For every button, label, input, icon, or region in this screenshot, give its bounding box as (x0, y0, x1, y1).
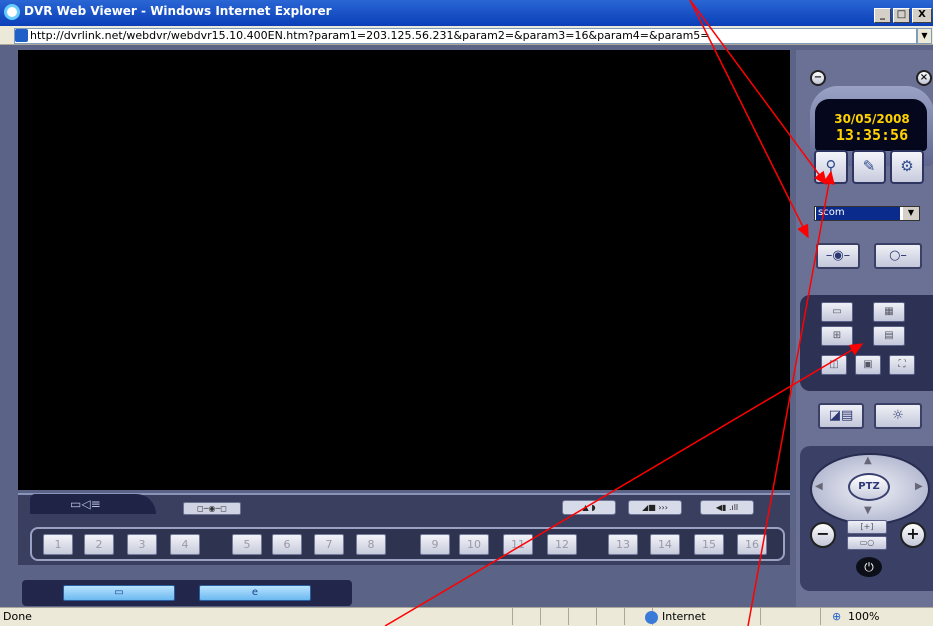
video-display[interactable] (18, 50, 790, 490)
minimize-panel-icon[interactable]: − (810, 70, 826, 86)
layout-panel (800, 295, 933, 391)
sequence-button[interactable]: ◻─◉─◻ (183, 502, 241, 515)
layout-4-button[interactable]: ⊞ (821, 326, 853, 346)
address-dropdown-icon[interactable]: ▼ (917, 28, 932, 44)
layout-16-button[interactable]: ▦ (873, 302, 905, 322)
channel-button-14[interactable]: 14 (650, 534, 680, 555)
channel-button-11[interactable]: 11 (503, 534, 533, 555)
channel-button-9[interactable]: 9 (420, 534, 450, 555)
alarm-button[interactable]: ▲ ◗ (562, 500, 616, 515)
channel-button-10[interactable]: 10 (459, 534, 489, 555)
playback-mode-button[interactable]: e (199, 585, 311, 601)
layout-6-button[interactable]: ◫ (821, 355, 847, 375)
page-icon (15, 29, 28, 42)
ptz-up-icon[interactable]: ▲ (864, 455, 872, 466)
search-icon[interactable]: ⚲ (814, 150, 848, 184)
connect-button[interactable]: –◉– (816, 243, 860, 269)
ptz-left-icon[interactable]: ◀ (815, 481, 823, 492)
layout-9-button[interactable]: ▤ (873, 326, 905, 346)
close-button[interactable]: X (912, 8, 932, 23)
ptz-down-icon[interactable]: ▼ (864, 505, 872, 516)
relay-button[interactable]: ◢■ ››› (628, 500, 682, 515)
window-title: DVR Web Viewer - Windows Internet Explor… (24, 4, 332, 18)
power-icon[interactable]: ⏻ (856, 557, 882, 577)
channel-button-2[interactable]: 2 (84, 534, 114, 555)
channel-button-4[interactable]: 4 (170, 534, 200, 555)
camera-select-value[interactable]: scom (816, 207, 900, 220)
channel-button-5[interactable]: 5 (232, 534, 262, 555)
channel-button-15[interactable]: 15 (694, 534, 724, 555)
minimize-button[interactable]: _ (874, 8, 891, 23)
snapshot-button[interactable]: ◪▤ (818, 403, 864, 429)
status-text: Done (3, 610, 32, 623)
globe-icon (645, 611, 658, 624)
status-divider (512, 608, 513, 625)
address-url[interactable]: http://dvrlink.net/webdvr/webdvr15.10.40… (30, 29, 710, 42)
layout-8-button[interactable]: ▣ (855, 355, 881, 375)
camera-tab-icon: ▭◁≡ (70, 497, 101, 511)
ptz-center-button[interactable]: PTZ (848, 473, 890, 501)
status-divider (760, 608, 761, 625)
channel-button-3[interactable]: 3 (127, 534, 157, 555)
close-panel-icon[interactable]: × (916, 70, 932, 86)
zoom-icon[interactable]: ⊕ (832, 610, 841, 623)
setup-icon[interactable]: ✎ (852, 150, 886, 184)
channel-button-1[interactable]: 1 (43, 534, 73, 555)
status-divider (540, 608, 541, 625)
zoom-out-button[interactable]: − (810, 522, 836, 548)
chevron-down-icon[interactable]: ▼ (903, 207, 919, 220)
disconnect-button[interactable]: ○– (874, 243, 922, 269)
status-divider (568, 608, 569, 625)
status-divider (820, 608, 821, 625)
fullscreen-button[interactable]: ⛶ (889, 355, 915, 375)
zoom-in-button[interactable]: + (900, 522, 926, 548)
time-readout: 13:35:56 (835, 126, 909, 144)
channel-button-7[interactable]: 7 (314, 534, 344, 555)
security-zone: Internet (662, 610, 706, 623)
gear-icon[interactable]: ⚙ (890, 150, 924, 184)
image-adjust-button[interactable]: ☼ (874, 403, 922, 429)
maximize-button[interactable]: □ (893, 8, 910, 23)
channel-button-13[interactable]: 13 (608, 534, 638, 555)
date-readout: 30/05/2008 (834, 112, 910, 126)
ie-icon (4, 4, 20, 20)
status-divider (624, 608, 625, 625)
focus-far-button[interactable]: ▭○ (847, 536, 887, 550)
status-divider (596, 608, 597, 625)
ptz-right-icon[interactable]: ▶ (915, 481, 923, 492)
focus-near-button[interactable]: [+] (847, 520, 887, 534)
channel-button-16[interactable]: 16 (737, 534, 767, 555)
channel-button-6[interactable]: 6 (272, 534, 302, 555)
live-mode-button[interactable]: ▭ (63, 585, 175, 601)
channel-button-8[interactable]: 8 (356, 534, 386, 555)
zoom-level[interactable]: 100% (848, 610, 879, 623)
status-bar (0, 607, 933, 626)
channel-button-12[interactable]: 12 (547, 534, 577, 555)
audio-button[interactable]: ◀▮ .ıll (700, 500, 754, 515)
layout-single-button[interactable]: ▭ (821, 302, 853, 322)
